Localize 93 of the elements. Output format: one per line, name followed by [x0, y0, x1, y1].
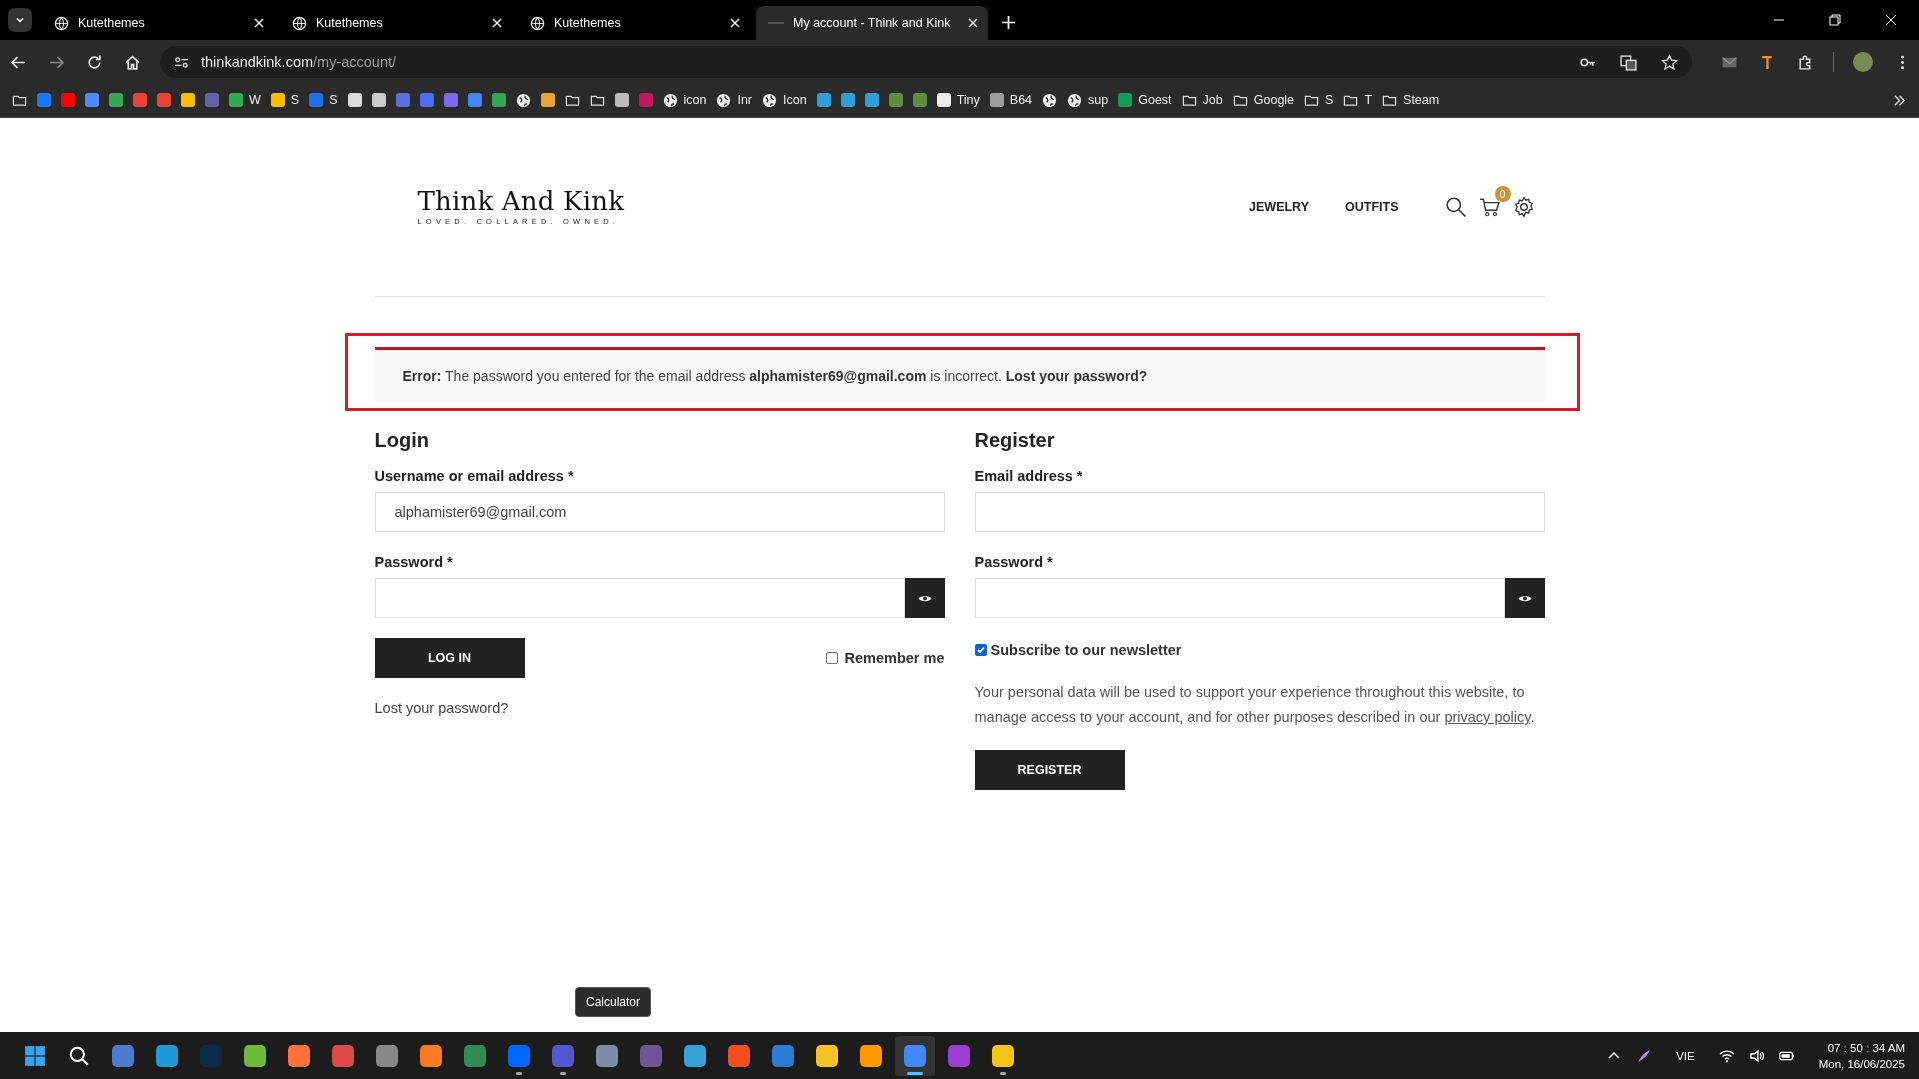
- bookmark[interactable]: S: [309, 88, 338, 112]
- new-tab-icon[interactable]: [1002, 16, 1015, 29]
- volume-icon[interactable]: [1748, 1047, 1765, 1064]
- search-icon: [68, 1044, 90, 1067]
- lost-password-link[interactable]: Lost your password?: [374, 700, 509, 716]
- globe-icon: [515, 92, 531, 108]
- bookmark[interactable]: Icon: [762, 88, 807, 112]
- globe-icon: [716, 92, 732, 108]
- site-logo[interactable]: Think And Kink: [417, 188, 625, 214]
- globe-icon: [762, 92, 778, 108]
- clock-date[interactable]: Mon, 16/06/2025: [1818, 1055, 1905, 1072]
- tab-title: Kutethemes: [316, 16, 384, 30]
- globe-icon: [54, 15, 69, 31]
- bookmark[interactable]: icon: [662, 88, 707, 112]
- url-path: /my-account/: [313, 54, 397, 70]
- error-notice: Error: The password you entered for the email address alphamister69@gmail.com is incorrect. Lost your password?: [374, 347, 1545, 402]
- bookmark[interactable]: W: [229, 88, 261, 112]
- login-heading: Login: [374, 429, 429, 452]
- password-field[interactable]: [374, 578, 905, 618]
- subscribe-label: Subscribe to our newsletter: [990, 642, 1182, 658]
- field-label: Password *: [374, 554, 453, 570]
- privacy-notice: Your personal data will be used to support your experience throughout this website, to manage access to your account, and for other purposes described in our privacy policy.: [974, 683, 1536, 727]
- register-heading: Register: [974, 429, 1055, 452]
- password-field[interactable]: [974, 578, 1505, 618]
- close-icon[interactable]: [254, 18, 264, 28]
- close-icon[interactable]: [968, 18, 978, 28]
- remember-checkbox[interactable]: [825, 652, 838, 664]
- pen-icon[interactable]: [1636, 1047, 1653, 1064]
- bookmark[interactable]: Steam: [1382, 88, 1440, 112]
- bookmark[interactable]: B64: [989, 88, 1033, 112]
- remember-label: Remember me: [844, 650, 945, 666]
- globe-icon: [292, 15, 307, 31]
- field-label: Password *: [974, 554, 1053, 570]
- bookmark[interactable]: S: [270, 88, 300, 112]
- windows-logo-icon: [24, 1044, 46, 1067]
- profile-avatar[interactable]: [1853, 52, 1873, 72]
- browser-tab[interactable]: Kutethemes: [518, 6, 750, 40]
- bookmark[interactable]: T: [1343, 88, 1373, 112]
- chevron-down-icon: [15, 15, 25, 25]
- close-icon[interactable]: [730, 18, 740, 28]
- tab-title: My account - Think and Kink: [793, 16, 952, 30]
- cart-count-badge: 0: [1494, 186, 1511, 202]
- privacy-policy-link[interactable]: privacy policy: [1444, 709, 1531, 725]
- globe-icon: [530, 15, 545, 31]
- show-password-button[interactable]: [904, 578, 945, 618]
- email-field[interactable]: [974, 492, 1545, 532]
- restore-icon[interactable]: [1829, 14, 1841, 26]
- bookmark[interactable]: Goest: [1118, 88, 1172, 112]
- tab-title: Kutethemes: [78, 16, 146, 30]
- star-icon[interactable]: [1661, 53, 1678, 71]
- translate-icon[interactable]: [1620, 53, 1637, 71]
- nav-link[interactable]: JEWELRY: [1249, 200, 1310, 214]
- field-label: Username or email address *: [374, 468, 574, 484]
- subscribe-checkbox[interactable]: [974, 644, 987, 656]
- cart-icon[interactable]: [1478, 196, 1501, 218]
- reload-icon[interactable]: [86, 53, 103, 71]
- globe-icon: [1042, 92, 1058, 108]
- browser-tab[interactable]: My account - Think and Kink: [756, 6, 988, 40]
- globe-icon: [1067, 92, 1083, 108]
- bookmark[interactable]: Job: [1181, 88, 1223, 112]
- tooltip: Calculator: [575, 987, 652, 1017]
- eye-icon: [1517, 593, 1532, 603]
- log-in-button[interactable]: LOG IN: [374, 638, 525, 678]
- eye-icon: [917, 593, 932, 603]
- running-indicator: [907, 1071, 923, 1075]
- running-indicator: [560, 1071, 566, 1075]
- site-settings-icon[interactable]: [174, 54, 189, 70]
- bookmark[interactable]: Tiny: [936, 88, 980, 112]
- taskbar-app[interactable]: [895, 1035, 935, 1076]
- language-indicator[interactable]: VIE: [1676, 1049, 1695, 1062]
- clock-time[interactable]: 07 : 50 : 34 AM: [1827, 1039, 1905, 1056]
- running-indicator: [516, 1071, 522, 1075]
- close-icon[interactable]: [492, 18, 502, 28]
- url-host: thinkandkink.com: [201, 54, 314, 70]
- running-indicator: [1000, 1071, 1006, 1075]
- address-bar[interactable]: thinkandkink.com/my-account/: [160, 46, 1692, 78]
- register-button[interactable]: REGISTER: [974, 750, 1125, 790]
- show-password-button[interactable]: [1504, 578, 1545, 618]
- globe-icon: [662, 92, 678, 108]
- tab-title: Kutethemes: [554, 16, 622, 30]
- tab-search-button[interactable]: [8, 8, 32, 32]
- home-icon[interactable]: [124, 53, 141, 71]
- bookmark[interactable]: sup: [1067, 88, 1109, 112]
- nav-link[interactable]: OUTFITS: [1345, 200, 1399, 214]
- field-label: Email address *: [974, 468, 1083, 484]
- browser-tab[interactable]: Kutethemes: [280, 6, 512, 40]
- username-field[interactable]: alphamister69@gmail.com: [374, 492, 945, 532]
- search-icon[interactable]: [1444, 196, 1467, 218]
- settings-icon[interactable]: [1512, 196, 1535, 218]
- bookmark[interactable]: S: [1304, 88, 1334, 112]
- browser-tab[interactable]: Kutethemes: [42, 6, 274, 40]
- bookmark[interactable]: Google: [1232, 88, 1295, 112]
- bookmark[interactable]: Inr: [716, 88, 753, 112]
